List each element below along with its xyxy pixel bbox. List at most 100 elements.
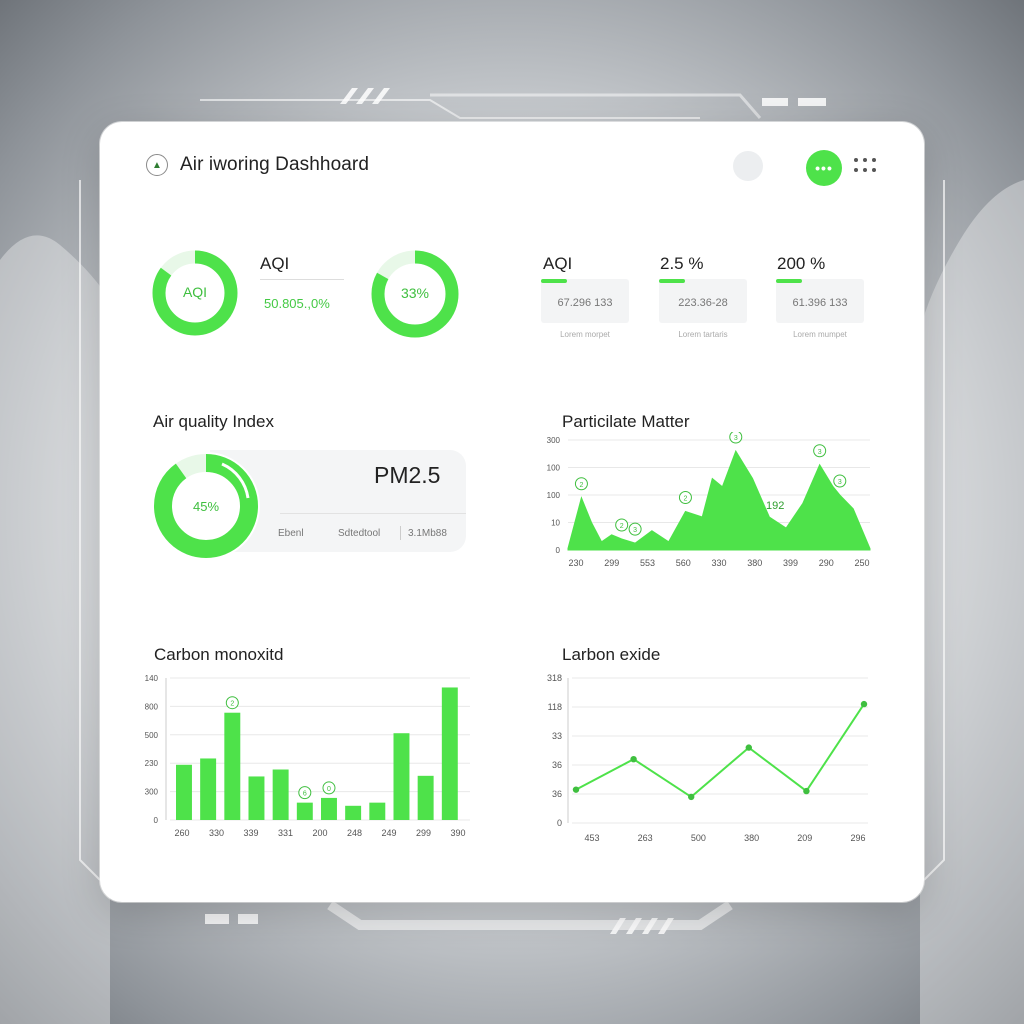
pm-footer-1: Ebenl <box>278 528 304 539</box>
x-tick-label: 249 <box>381 828 396 838</box>
stat-title-2: 2.5 % <box>660 254 704 273</box>
divider <box>400 526 401 540</box>
dashboard-title: Air iworing Dashhoard <box>180 154 370 175</box>
x-tick-label: 263 <box>638 833 653 843</box>
stat-progress-bar <box>659 279 686 283</box>
bar <box>393 733 410 820</box>
stat-caption: Lorem tartaris <box>678 330 728 339</box>
annotation-label: 2 <box>579 482 583 489</box>
y-tick-label: 800 <box>145 702 159 711</box>
y-tick-label: 0 <box>154 816 159 825</box>
bar <box>272 769 289 820</box>
divider <box>280 513 466 514</box>
carbon-oxide-line-chart[interactable]: 0 36 36 33 118 318 453 263 500 380 209 296 <box>530 672 880 847</box>
stat-title-3: 200 % <box>777 254 826 273</box>
y-tick-label: 0 <box>556 546 561 555</box>
x-tick-label: 200 <box>312 828 327 838</box>
stat-box-2[interactable]: 223.36-28 <box>659 279 747 323</box>
x-tick-label: 339 <box>243 828 258 838</box>
bar <box>248 776 265 820</box>
bar <box>296 802 313 820</box>
y-tick-label: 0 <box>557 818 562 828</box>
x-tick-label: 290 <box>819 558 834 568</box>
x-tick-label: 299 <box>416 828 431 838</box>
y-tick-label: 300 <box>145 788 159 797</box>
annotation-label: 2 <box>620 523 624 530</box>
aqi-kpi-title: AQI <box>260 254 290 273</box>
x-tick-label: 209 <box>797 833 812 843</box>
x-tick-label: 296 <box>850 833 865 843</box>
area-series <box>567 449 871 551</box>
y-tick-label: 36 <box>552 789 562 799</box>
annotation-label: 2 <box>230 701 234 708</box>
stat-value: 61.396 133 <box>792 297 848 309</box>
data-point <box>803 787 810 795</box>
x-tick-label: 331 <box>278 828 293 838</box>
divider <box>260 279 344 280</box>
particulate-chart-title: Particilate Matter <box>562 412 690 431</box>
bar <box>441 687 458 820</box>
carbon-monoxide-bar-chart[interactable]: 0300230500800140260 330 339 331 200 248 249 299… <box>140 672 480 842</box>
carbon-monoxide-chart-title: Carbon monoxitd <box>154 645 284 664</box>
grid-dots-icon[interactable] <box>854 158 876 174</box>
leaf-icon[interactable]: ▲ <box>146 154 168 176</box>
x-tick-label: 390 <box>450 828 465 838</box>
x-tick-label: 250 <box>854 558 869 568</box>
x-tick-label: 299 <box>604 558 619 568</box>
status-button[interactable]: ••• <box>806 150 842 186</box>
stat-value: 67.296 133 <box>557 297 613 309</box>
stat-box-1[interactable]: 67.296 133 <box>541 279 629 323</box>
stat-caption: Lorem mumpet <box>793 330 847 339</box>
data-point <box>688 793 695 801</box>
bar <box>224 712 241 820</box>
annotation-label: 3 <box>734 435 738 442</box>
x-tick-label: 330 <box>711 558 726 568</box>
annotation-label: 0 <box>327 786 331 793</box>
annotation-label: 6 <box>303 791 307 798</box>
y-tick-label: 230 <box>145 759 159 768</box>
data-point <box>572 786 580 793</box>
y-tick-label: 36 <box>552 760 562 770</box>
air-quality-title: Air quality Index <box>153 412 274 431</box>
stat-title-1: AQI <box>543 254 573 273</box>
bar <box>369 802 386 820</box>
y-tick-label: 100 <box>547 491 561 500</box>
annotation-label: 2 <box>683 496 687 503</box>
pm-footer-2: Sdtedtool <box>338 528 381 539</box>
peak-label: 192 <box>766 500 784 512</box>
x-tick-label: 330 <box>209 828 224 838</box>
bar <box>417 775 434 820</box>
x-tick-label: 500 <box>691 833 706 843</box>
particulate-area-chart[interactable]: 0 10 100 100 300 230 299 553 560 330 380 399 290 250 2… <box>530 432 880 572</box>
line-series <box>575 703 865 799</box>
stat-box-3[interactable]: 61.396 133 <box>776 279 864 323</box>
data-point <box>745 744 752 751</box>
x-tick-label: 553 <box>640 558 655 568</box>
x-tick-label: 380 <box>747 558 762 568</box>
bar <box>176 764 192 820</box>
stat-progress-bar <box>541 279 568 283</box>
avatar[interactable] <box>733 151 763 181</box>
percent-ring-label: 33% <box>400 285 430 301</box>
annotation-label: 3 <box>633 527 637 534</box>
y-tick-label: 33 <box>552 731 562 741</box>
y-tick-label: 318 <box>547 673 562 683</box>
aqi-ring-label: AQI <box>182 284 208 300</box>
bar <box>321 797 337 820</box>
stat-progress-bar <box>776 279 803 283</box>
y-tick-label: 500 <box>145 731 159 740</box>
annotation-label: 3 <box>818 449 822 456</box>
y-tick-label: 300 <box>547 436 561 445</box>
pm-footer-3: 3.1Mb88 <box>408 528 447 539</box>
x-tick-label: 248 <box>347 828 362 838</box>
carbon-oxide-chart-title: Larbon exide <box>562 645 661 664</box>
stat-value: 223.36-28 <box>678 297 728 309</box>
data-point <box>630 756 637 763</box>
annotation-label: 3 <box>838 479 842 486</box>
y-tick-label: 100 <box>547 464 561 473</box>
stat-caption: Lorem morpet <box>560 330 610 339</box>
bar <box>345 805 362 820</box>
x-tick-label: 380 <box>744 833 759 843</box>
aqi-kpi-value: 50.805.,0% <box>264 296 330 311</box>
x-tick-label: 399 <box>783 558 798 568</box>
